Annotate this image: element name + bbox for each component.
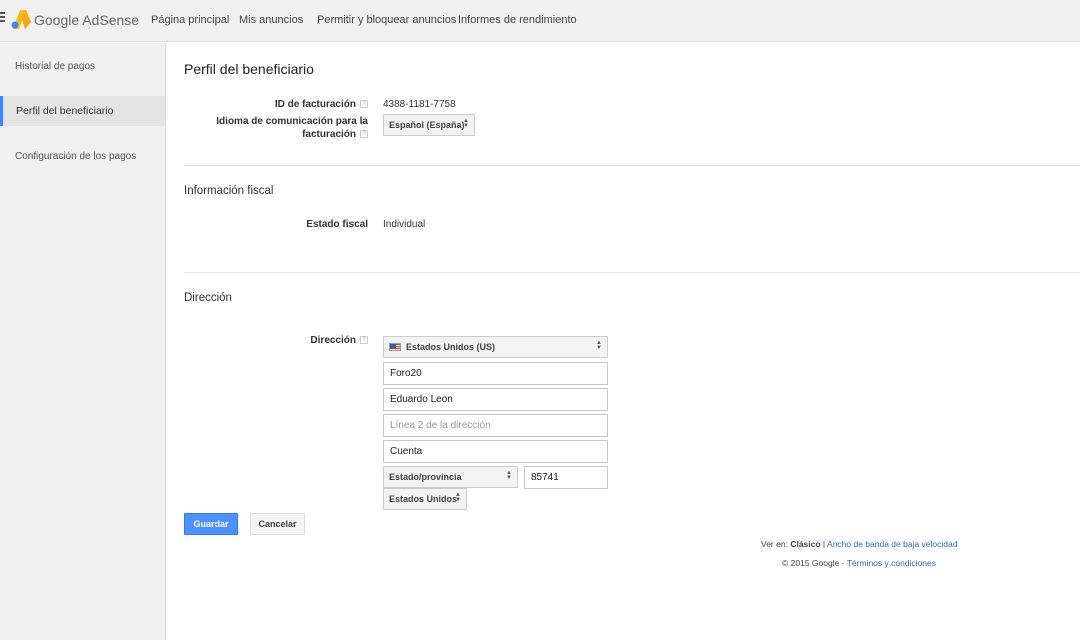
language-select[interactable]: Español (España) ▲ ▼ [383, 114, 475, 136]
nav-home[interactable]: Página principal [151, 14, 229, 26]
sidebar-item-label: Historial de pagos [15, 61, 96, 72]
nav-performance-reports[interactable]: Informes de rendimiento [458, 14, 577, 26]
select-arrows-icon: ▲ ▼ [455, 492, 461, 503]
page-title: Perfil del beneficiario [184, 61, 314, 77]
tax-status-value: Individual [383, 219, 426, 230]
divider [184, 165, 1080, 166]
adsense-logo-icon [11, 10, 31, 29]
country-select-value: Estados Unidos (US) [406, 342, 496, 352]
sidebar-item-payment-history[interactable]: Historial de pagos [0, 52, 165, 82]
nav-allow-block-ads[interactable]: Permitir y bloquear anuncios [317, 14, 456, 26]
select-arrows-icon: ▲ ▼ [596, 340, 602, 351]
copyright-text: © 2015 Google - [782, 558, 847, 568]
language-label: Idioma de comunicación para la facturaci… [216, 116, 368, 140]
save-button[interactable]: Guardar [184, 513, 238, 535]
brand-name[interactable]: Google AdSense [34, 12, 139, 28]
country-short-value: Estados Unidos [389, 494, 458, 504]
state-select-value: Estado/provincia [389, 472, 462, 482]
sidebar-item-payee-profile[interactable]: Perfil del beneficiario [0, 96, 165, 126]
low-bandwidth-link[interactable]: Ancho de banda de baja velocidad [827, 539, 957, 549]
sidebar-item-payment-settings[interactable]: Configuración de los pagos [0, 142, 165, 172]
state-select[interactable]: Estado/provincia ▲ ▼ [383, 466, 518, 488]
sidebar-item-label: Perfil del beneficiario [16, 105, 114, 117]
us-flag-icon [389, 343, 401, 351]
sidebar: Historial de pagos Perfil del beneficiar… [0, 43, 166, 640]
help-icon[interactable]: ? [360, 100, 368, 109]
cancel-button[interactable]: Cancelar [250, 513, 305, 535]
help-icon[interactable]: ? [360, 130, 368, 139]
footer-copyright: © 2015 Google - Términos y condiciones [782, 558, 936, 568]
address-section-title: Dirección [184, 292, 232, 304]
terms-link[interactable]: Términos y condiciones [847, 558, 936, 568]
address-label: Dirección? [310, 334, 368, 347]
footer-classic[interactable]: Clásico [790, 539, 820, 549]
postal-code-field[interactable]: 85741 [524, 466, 608, 489]
select-arrows-icon: ▲ ▼ [506, 470, 512, 481]
address-line2-field[interactable]: Línea 2 de la dirección [383, 414, 608, 437]
footer-view-in-label: Ver en: [761, 539, 791, 549]
address-name-field[interactable]: Foro20 [383, 362, 608, 385]
address-line1-field[interactable]: Eduardo Leon [383, 388, 608, 411]
billing-id-value: 4388-1181-7758 [383, 99, 456, 110]
tax-section-title: Información fiscal [184, 185, 274, 197]
help-icon[interactable]: ? [360, 336, 368, 345]
billing-id-label: ID de facturación? [275, 98, 368, 111]
menu-icon[interactable] [0, 12, 5, 26]
top-bar: Google AdSense Página principal Mis anun… [0, 0, 1080, 42]
divider [184, 272, 1080, 273]
country-short-select[interactable]: Estados Unidos ▲ ▼ [383, 488, 467, 510]
footer-view-in: Ver en: Clásico | Ancho de banda de baja… [761, 539, 957, 549]
tax-status-label: Estado fiscal [306, 219, 368, 230]
city-field[interactable]: Cuenta [383, 440, 608, 463]
language-select-value: Español (España) [389, 120, 465, 130]
country-select[interactable]: Estados Unidos (US) ▲ ▼ [383, 336, 608, 358]
sidebar-item-label: Configuración de los pagos [15, 151, 137, 162]
nav-my-ads[interactable]: Mis anuncios [239, 14, 303, 26]
select-arrows-icon: ▲ ▼ [463, 118, 469, 129]
